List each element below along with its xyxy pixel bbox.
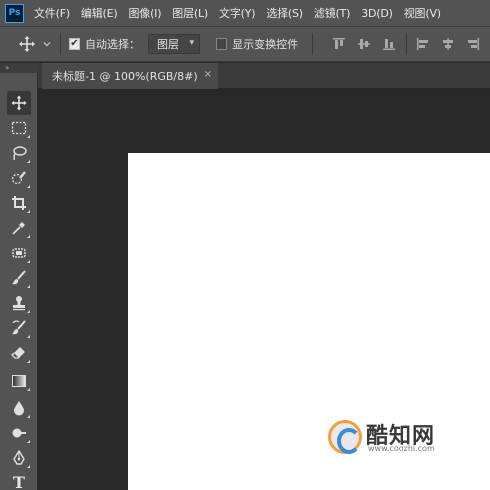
blur-drop-icon [14, 401, 24, 416]
tool-healing[interactable] [7, 241, 31, 265]
tool-preset-picker[interactable] [18, 35, 52, 53]
tool-pen[interactable] [7, 446, 31, 470]
chevron-down-icon: ▾ [189, 38, 194, 48]
chevron-down-icon [43, 42, 51, 47]
more-tools-indicator [27, 185, 30, 188]
rect-marquee-icon [11, 121, 27, 135]
close-icon[interactable]: × [204, 69, 212, 80]
quick-select-icon [11, 171, 26, 185]
healing-brush-icon [12, 248, 26, 258]
crop-icon [12, 196, 26, 210]
more-tools-indicator [27, 135, 30, 138]
align-bottom-icon[interactable] [381, 36, 397, 52]
separator [406, 33, 407, 55]
eyedropper-icon [12, 222, 25, 235]
menu-image[interactable]: 图像(I) [128, 5, 161, 21]
tool-type[interactable]: T [7, 470, 31, 490]
site-watermark: 酷知网 www.coozhi.com [328, 416, 468, 458]
menu-select[interactable]: 选择(S) [266, 5, 303, 21]
pen-icon [13, 450, 25, 465]
menu-filter[interactable]: 滤镜(T) [314, 5, 351, 21]
eraser-icon [11, 347, 25, 359]
align-left-icon[interactable] [415, 36, 431, 52]
type-icon: T [13, 472, 25, 490]
separator [312, 33, 313, 55]
tool-brush[interactable] [7, 266, 31, 290]
tool-gradient[interactable] [7, 369, 31, 393]
menu-type[interactable]: 文字(Y) [219, 5, 256, 21]
tool-move[interactable] [7, 91, 31, 115]
tool-history-brush[interactable] [7, 316, 31, 340]
more-tools-indicator [27, 440, 30, 443]
document-tab[interactable]: 未标题-1 @ 100%(RGB/8#) × [42, 63, 218, 89]
auto-select-target-value: 图层 [157, 38, 180, 51]
move-icon [11, 95, 27, 111]
align-horizontal-center-icon[interactable] [440, 36, 456, 52]
more-tools-indicator [27, 465, 30, 468]
show-transform-checkbox[interactable] [215, 38, 228, 50]
tool-marquee[interactable] [7, 116, 31, 140]
align-right-icon[interactable] [465, 36, 481, 52]
more-tools-indicator [27, 210, 30, 213]
tool-clone-stamp[interactable] [7, 291, 31, 315]
more-tools-indicator [27, 335, 30, 338]
tool-eraser[interactable] [7, 341, 31, 365]
menu-3d[interactable]: 3D(D) [361, 7, 393, 20]
watermark-logo-icon [328, 420, 362, 454]
tools-panel: T [0, 73, 38, 490]
more-tools-indicator [27, 415, 30, 418]
auto-select-checkbox[interactable]: ✔ [68, 38, 81, 50]
options-bar: ✔ 自动选择： 图层 ▾ 显示变换控件 [0, 26, 490, 62]
more-tools-indicator [27, 260, 30, 263]
align-vertical-center-icon[interactable] [356, 36, 372, 52]
menu-bar: Ps 文件(F) 编辑(E) 图像(I) 图层(L) 文字(Y) 选择(S) 滤… [0, 0, 490, 26]
document-tab-bar: 未标题-1 @ 100%(RGB/8#) × [38, 63, 490, 89]
move-icon [19, 36, 35, 52]
watermark-url: www.coozhi.com [368, 444, 435, 453]
tool-quick-select[interactable] [7, 166, 31, 190]
dodge-icon [12, 428, 26, 438]
history-brush-icon [12, 320, 26, 335]
more-tools-indicator [27, 310, 30, 313]
lasso-icon [13, 146, 27, 161]
tool-dodge[interactable] [7, 421, 31, 445]
separator [60, 33, 61, 55]
auto-select-label: 自动选择： [85, 38, 141, 51]
document-tab-title: 未标题-1 @ 100%(RGB/8#) [52, 70, 198, 83]
panel-collapse-button[interactable]: » [0, 63, 38, 73]
auto-select-target-dropdown[interactable]: 图层 ▾ [148, 34, 200, 54]
more-tools-indicator [27, 160, 30, 163]
more-tools-indicator [27, 285, 30, 288]
show-transform-label: 显示变换控件 [232, 38, 299, 51]
menu-view[interactable]: 视图(V) [404, 5, 441, 21]
more-tools-indicator [27, 388, 30, 391]
menu-file[interactable]: 文件(F) [34, 5, 70, 21]
photoshop-logo[interactable]: Ps [5, 3, 24, 23]
tool-crop[interactable] [7, 191, 31, 215]
align-buttons [331, 33, 490, 55]
clone-stamp-icon [13, 296, 25, 311]
tool-eyedropper[interactable] [7, 216, 31, 240]
align-top-icon[interactable] [331, 36, 347, 52]
menu-layer[interactable]: 图层(L) [172, 5, 208, 21]
gradient-icon [12, 375, 26, 387]
brush-icon [12, 270, 26, 285]
menu-edit[interactable]: 编辑(E) [81, 5, 118, 21]
tool-lasso[interactable] [7, 141, 31, 165]
more-tools-indicator [27, 235, 30, 238]
tool-blur[interactable] [7, 396, 31, 420]
more-tools-indicator [27, 360, 30, 363]
